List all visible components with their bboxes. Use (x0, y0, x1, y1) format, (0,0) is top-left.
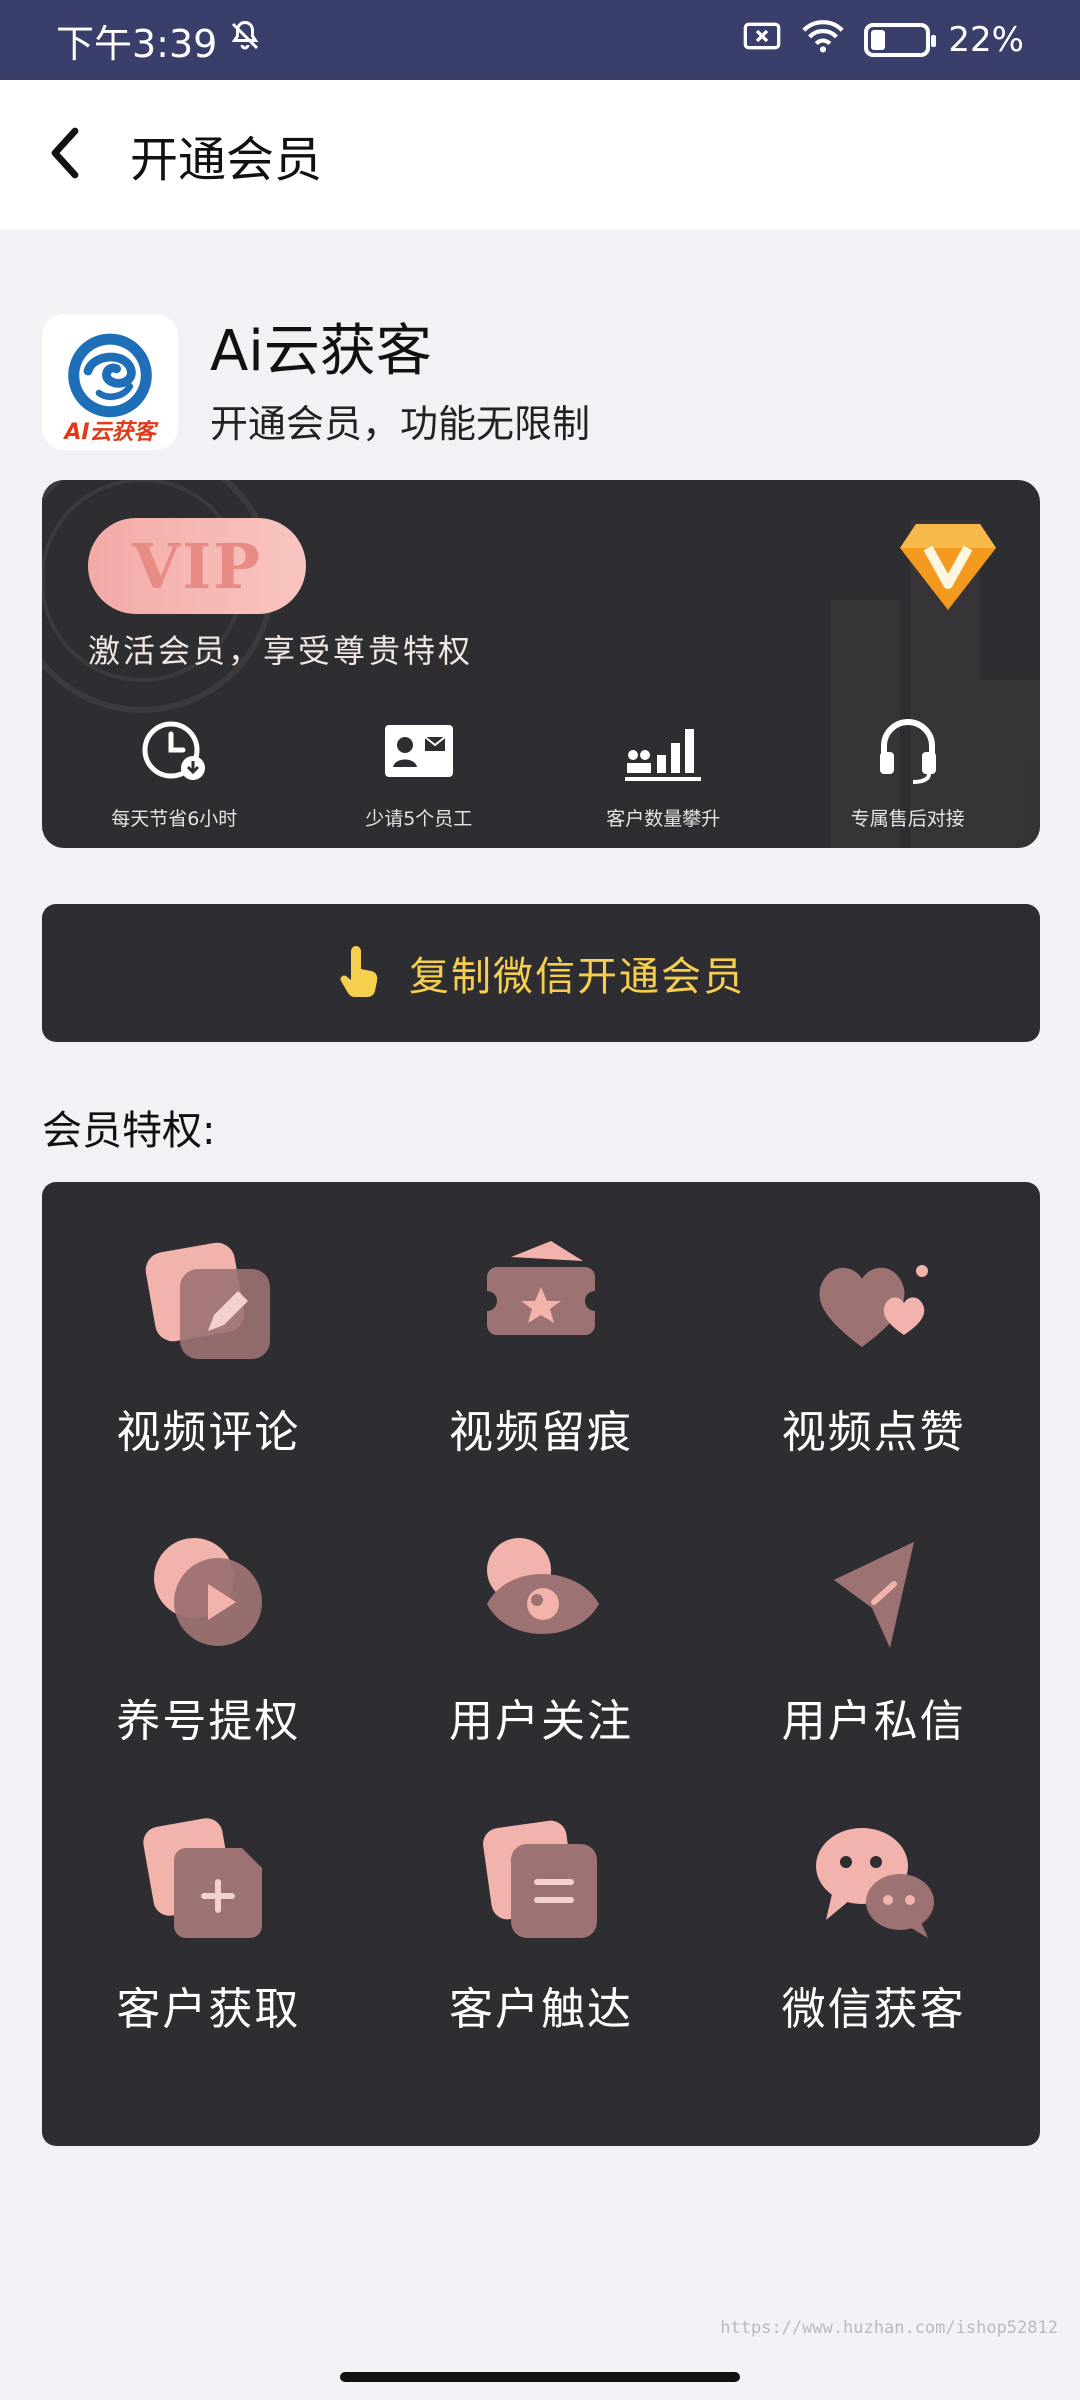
hearts-icon (799, 1234, 949, 1374)
app-intro: AI云获客 Ai云获客 开通会员，功能无限制 (42, 314, 590, 450)
send-icon (799, 1523, 949, 1663)
app-logo-text: AI云获客 (64, 420, 156, 445)
play-circle-icon (133, 1523, 283, 1663)
watermark: https://www.huzhan.com/ishop52812 (720, 2318, 1058, 2338)
app-name: Ai云获客 (210, 318, 432, 384)
home-indicator[interactable] (340, 2372, 740, 2382)
list-file-icon (466, 1811, 616, 1951)
app-slogan: 开通会员，功能无限制 (210, 401, 591, 446)
sim-x-icon (742, 19, 782, 62)
back-button[interactable] (0, 80, 130, 230)
bell-off-icon (227, 18, 263, 63)
privilege-label: 用户私信 (781, 1695, 966, 1747)
privileges-title: 会员特权: (42, 1108, 216, 1154)
privilege-label: 视频评论 (116, 1407, 301, 1458)
privilege-video-comment[interactable]: 视频评论 (42, 1234, 375, 1523)
vip-perk-time: 每天节省6小时 (59, 716, 289, 831)
status-time: 下午3:39 (56, 21, 218, 66)
status-bar: 下午3:39 22% (0, 0, 1080, 80)
edit-comment-icon (133, 1234, 283, 1374)
privilege-video-trace[interactable]: 视频留痕 (375, 1234, 708, 1523)
copy-wechat-activate-button[interactable]: 复制微信开通会员 (42, 904, 1040, 1042)
vip-badge: VIP (88, 518, 306, 614)
vip-perk-label: 专属售后对接 (850, 808, 965, 830)
vip-perk-staff: 少请5个员工 (304, 716, 534, 831)
battery-percent: 22% (948, 20, 1024, 60)
chevron-left-icon (45, 125, 85, 185)
privilege-label: 微信获客 (781, 1984, 966, 2036)
privilege-label: 视频留痕 (448, 1407, 633, 1458)
battery-icon (864, 23, 937, 57)
vip-card: VIP 激活会员，享受尊贵特权 每天节省6小时 少请5个员工 客户数量攀升 专属… (42, 480, 1040, 848)
eye-follow-icon (466, 1523, 616, 1663)
hand-tap-icon (337, 945, 381, 1001)
bar-growth-icon (623, 716, 703, 786)
privilege-label: 视频点赞 (781, 1407, 966, 1458)
privilege-label: 用户关注 (448, 1695, 633, 1747)
privilege-label: 养号提权 (116, 1695, 301, 1747)
vip-badge-text: VIP (132, 529, 262, 603)
vip-perk-label: 少请5个员工 (365, 808, 473, 830)
app-logo: AI云获客 (42, 314, 178, 450)
id-card-icon (383, 716, 455, 786)
vip-perk-support: 专属售后对接 (793, 716, 1023, 831)
wifi-icon (800, 18, 846, 63)
privileges-grid: 视频评论 视频留痕 视频点赞 养号提权 用户关注 用户私信 客户获取 客户触达 … (42, 1182, 1040, 2146)
vip-perk-label: 客户数量攀升 (606, 808, 721, 830)
vip-perk-label: 每天节省6小时 (111, 808, 238, 830)
privilege-customer-acquire[interactable]: 客户获取 (42, 1811, 375, 2100)
privilege-customer-reach[interactable]: 客户触达 (375, 1811, 708, 2100)
privilege-label: 客户获取 (116, 1984, 301, 2036)
header: 开通会员 (0, 80, 1080, 230)
activate-label: 复制微信开通会员 (409, 954, 745, 1000)
headset-icon (876, 716, 940, 786)
privilege-user-message[interactable]: 用户私信 (707, 1523, 1040, 1812)
ticket-star-icon (466, 1234, 616, 1374)
page-title: 开通会员 (130, 132, 323, 188)
privilege-video-like[interactable]: 视频点赞 (707, 1234, 1040, 1523)
wechat-icon (799, 1811, 949, 1951)
privilege-label: 客户触达 (448, 1984, 633, 2036)
clock-icon (139, 716, 209, 786)
diamond-v-icon (898, 518, 998, 618)
vip-perks: 每天节省6小时 少请5个员工 客户数量攀升 专属售后对接 (42, 716, 1040, 831)
vip-perk-growth: 客户数量攀升 (548, 716, 778, 831)
privilege-wechat-acquire[interactable]: 微信获客 (707, 1811, 1040, 2100)
add-file-icon (133, 1811, 283, 1951)
privilege-account-boost[interactable]: 养号提权 (42, 1523, 375, 1812)
privilege-user-follow[interactable]: 用户关注 (375, 1523, 708, 1812)
vip-tagline: 激活会员，享受尊贵特权 (88, 632, 474, 670)
